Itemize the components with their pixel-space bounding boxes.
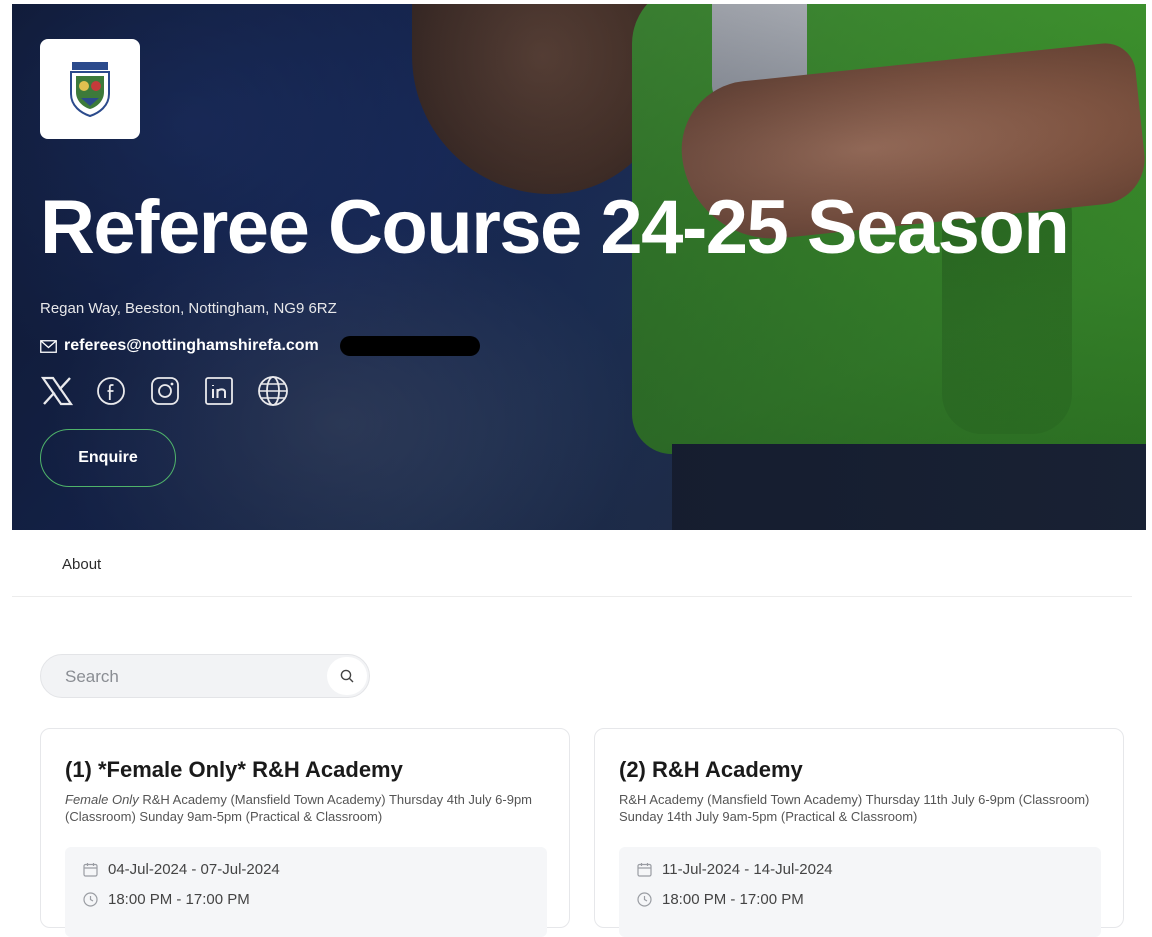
social-links xyxy=(40,374,290,408)
event-address: Regan Way, Beeston, Nottingham, NG9 6RZ xyxy=(40,300,337,317)
event-dates: 11-Jul-2024 - 14-Jul-2024 xyxy=(662,861,833,878)
event-dates: 04-Jul-2024 - 07-Jul-2024 xyxy=(108,861,280,878)
search-icon xyxy=(340,669,354,683)
event-times: 18:00 PM - 17:00 PM xyxy=(108,891,250,908)
event-title: (2) R&H Academy xyxy=(619,757,803,782)
contact-email-row: referees@nottinghamshirefa.com xyxy=(40,336,480,356)
contact-email-link[interactable]: referees@nottinghamshirefa.com xyxy=(64,337,319,355)
globe-icon[interactable] xyxy=(256,374,290,408)
event-card[interactable]: (2) R&H Academy R&H Academy (Mansfield T… xyxy=(594,728,1124,937)
event-description-italic: Female Only xyxy=(65,792,139,807)
tab-about[interactable]: About xyxy=(62,556,101,573)
mail-icon xyxy=(40,339,57,353)
hero-banner: Referee Course 24-25 Season Regan Way, B… xyxy=(12,4,1146,530)
event-times: 18:00 PM - 17:00 PM xyxy=(662,891,804,908)
event-description: R&H Academy (Mansfield Town Academy) Thu… xyxy=(619,791,1099,825)
event-times-row: 18:00 PM - 17:00 PM xyxy=(83,891,250,908)
event-description-text: R&H Academy (Mansfield Town Academy) Thu… xyxy=(619,792,1090,824)
clock-icon xyxy=(83,892,98,907)
event-dates-row: 04-Jul-2024 - 07-Jul-2024 xyxy=(83,861,280,878)
clock-icon xyxy=(637,892,652,907)
calendar-icon xyxy=(83,863,98,877)
event-times-row: 18:00 PM - 17:00 PM xyxy=(637,891,804,908)
tab-bar: About xyxy=(12,530,1132,597)
page-title: Referee Course 24-25 Season xyxy=(40,185,1070,270)
event-card[interactable]: (1) *Female Only* R&H Academy Female Onl… xyxy=(40,728,570,937)
crest-icon xyxy=(70,62,110,118)
facebook-icon[interactable] xyxy=(94,374,128,408)
search-input[interactable] xyxy=(63,655,317,699)
event-description: Female Only R&H Academy (Mansfield Town … xyxy=(65,791,545,825)
organisation-logo xyxy=(40,39,140,139)
event-dates-row: 11-Jul-2024 - 14-Jul-2024 xyxy=(637,861,833,878)
search-button[interactable] xyxy=(327,657,367,695)
event-meta: 04-Jul-2024 - 07-Jul-2024 18:00 PM - 17:… xyxy=(65,847,547,937)
search-bar xyxy=(40,654,370,699)
instagram-icon[interactable] xyxy=(148,374,182,408)
linkedin-icon[interactable] xyxy=(202,374,236,408)
calendar-icon xyxy=(637,863,652,877)
event-meta: 11-Jul-2024 - 14-Jul-2024 18:00 PM - 17:… xyxy=(619,847,1101,937)
enquire-button[interactable]: Enquire xyxy=(40,429,176,487)
x-icon[interactable] xyxy=(40,374,74,408)
redacted-block xyxy=(339,336,480,356)
event-title: (1) *Female Only* R&H Academy xyxy=(65,757,403,782)
